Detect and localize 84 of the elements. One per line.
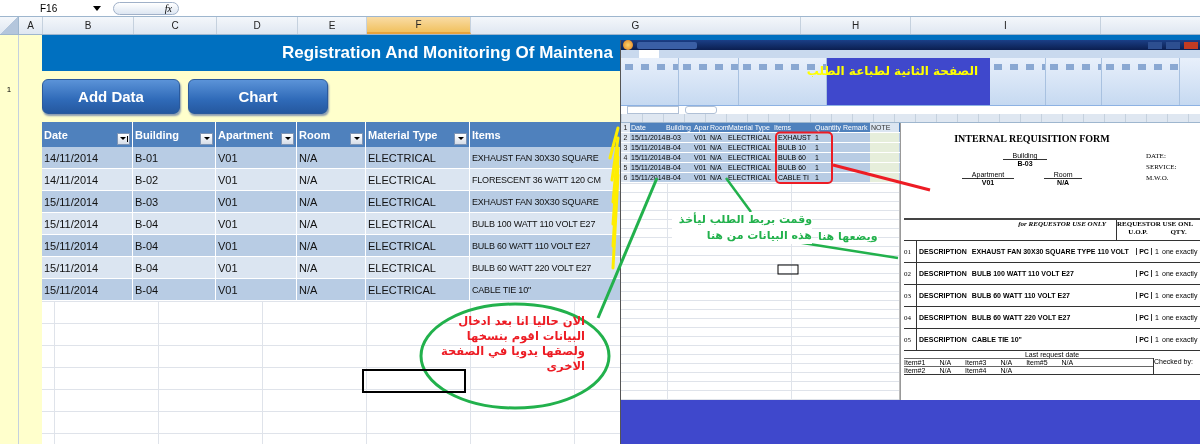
table-cell: N/A xyxy=(299,173,318,186)
column-header[interactable]: F xyxy=(367,17,471,34)
heading-text: Apartment xyxy=(218,128,273,141)
table-cell: ELECTRICAL xyxy=(368,239,436,252)
column-header[interactable]: A xyxy=(19,17,43,34)
filter-dropdown-icon[interactable] xyxy=(281,132,294,145)
row-header[interactable]: 1 xyxy=(0,85,18,94)
selected-cell-border xyxy=(777,264,799,275)
column-header[interactable]: I xyxy=(911,17,1101,34)
table-cell: ELECTRICAL xyxy=(368,195,436,208)
column-header[interactable]: B xyxy=(43,17,134,34)
heading-text: Items xyxy=(472,128,501,141)
table-cell: V01 xyxy=(218,283,238,296)
table-cell: V01 xyxy=(218,195,238,208)
close-icon[interactable] xyxy=(1184,41,1198,49)
table-cell: ELECTRICAL xyxy=(368,217,436,230)
note-cell xyxy=(870,163,899,172)
table-cell: B-02 xyxy=(135,173,159,186)
note-cell xyxy=(870,153,899,162)
table-cell: BULB 100 WATT 110 VOLT E27 xyxy=(472,218,596,229)
annotation-text: وقمت بربط الطلب ليأخذ هذه البيانات من هنا xyxy=(672,212,812,244)
highlight-frame xyxy=(775,131,833,184)
annotation-text: الان حاليا انا بعد ادخال البيانات اقوم بنسخها ولصقها يدويا في الصفحة الاخرى xyxy=(440,314,585,374)
table-cell: 14/11/2014 xyxy=(44,173,99,186)
table-cell: V01 xyxy=(218,151,238,164)
note-cell xyxy=(870,173,899,182)
select-all-icon[interactable] xyxy=(0,17,19,34)
filter-dropdown-icon[interactable] xyxy=(454,132,467,145)
macro-button[interactable]: Chart xyxy=(188,79,328,114)
table-cell: ELECTRICAL xyxy=(368,151,436,164)
table-cell: 15/11/2014 xyxy=(44,261,99,274)
caret-icon xyxy=(93,5,101,11)
table-cell: B-04 xyxy=(135,239,159,252)
table-cell: N/A xyxy=(299,195,318,208)
note-text: الصفحة الثانية لطباعة الطلب xyxy=(806,64,978,78)
table-cell: 15/11/2014 xyxy=(44,217,99,230)
heading-text: Room xyxy=(299,128,331,141)
table-cell: B-04 xyxy=(135,283,159,296)
table-cell: 15/11/2014 xyxy=(44,283,99,296)
table-cell: V01 xyxy=(218,239,238,252)
table-cell: 14/11/2014 xyxy=(44,151,99,164)
table-cell: N/A xyxy=(299,283,318,296)
note-cell xyxy=(870,133,899,142)
name-box[interactable] xyxy=(627,106,679,114)
heading-text: Date xyxy=(44,128,68,141)
heading-text: Building xyxy=(135,128,179,141)
table-cell: B-03 xyxy=(135,195,159,208)
table-cell: B-04 xyxy=(135,217,159,230)
column-header[interactable]: H xyxy=(801,17,911,34)
formula-field[interactable]: fx xyxy=(113,1,179,15)
table-cell: B-04 xyxy=(135,261,159,274)
table-cell: N/A xyxy=(299,217,318,230)
heading-text: Material Type xyxy=(368,128,438,141)
table-cell: ELECTRICAL xyxy=(368,261,436,274)
column-header[interactable]: G xyxy=(471,17,801,34)
filter-dropdown-icon[interactable] xyxy=(200,132,213,145)
table-cell: CABLE TIE 10" xyxy=(472,284,531,295)
table-cell: V01 xyxy=(218,261,238,274)
table-cell: V01 xyxy=(218,173,238,186)
table-cell: ELECTRICAL xyxy=(368,173,436,186)
table-cell: 15/11/2014 xyxy=(44,195,99,208)
note-cell xyxy=(870,143,899,152)
table-cell: N/A xyxy=(299,151,318,164)
form-title: INTERNAL REQUISITION FORM xyxy=(953,133,1111,144)
table-cell: EXHAUST FAN 30X30 SQUARE xyxy=(472,152,599,163)
table-cell: 15/11/2014 xyxy=(44,239,99,252)
column-header[interactable]: C xyxy=(134,17,217,34)
table-cell: N/A xyxy=(299,261,318,274)
sort-filter-icon[interactable] xyxy=(117,132,130,145)
table-cell: BULB 60 WATT 110 VOLT E27 xyxy=(472,240,591,251)
table-cell: V01 xyxy=(218,217,238,230)
table-cell: ELECTRICAL xyxy=(368,283,436,296)
macro-button[interactable]: Add Data xyxy=(42,79,180,114)
annotation-text: ويضعها هنا xyxy=(818,230,878,243)
table-cell: N/A xyxy=(299,239,318,252)
table-cell: B-01 xyxy=(135,151,159,164)
table-cell: BULB 60 WATT 220 VOLT E27 xyxy=(472,262,592,273)
filter-dropdown-icon[interactable] xyxy=(350,132,363,145)
office-button-icon[interactable] xyxy=(623,40,633,50)
sheet-title: Registration And Monitoring Of Maintena xyxy=(282,43,613,63)
table-cell: EXHAUST FAN 30X30 SQUARE xyxy=(472,196,599,207)
table-cell: FLORESCENT 36 WATT 120 CM xyxy=(472,174,601,185)
name-box[interactable]: F16 xyxy=(0,2,105,14)
column-header[interactable]: D xyxy=(217,17,298,34)
